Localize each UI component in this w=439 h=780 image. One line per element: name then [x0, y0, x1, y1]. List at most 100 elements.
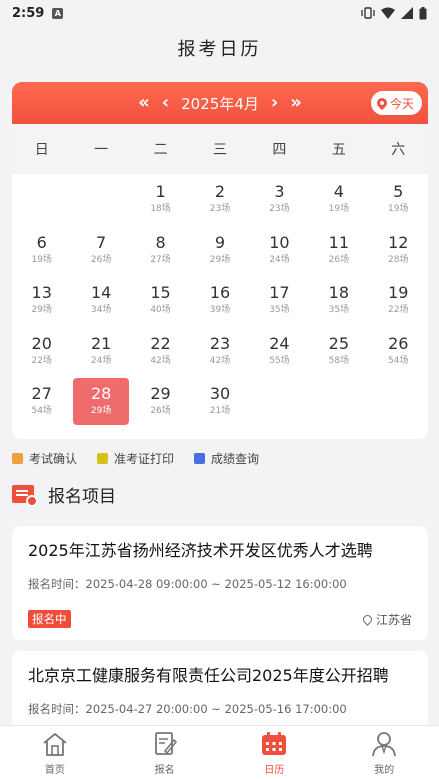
calendar-day[interactable]: 2 23场 [190, 174, 249, 225]
calendar-header: « ‹ 2025年4月 › » 今天 [12, 82, 428, 124]
day-number: 24 [269, 333, 290, 353]
day-number: 10 [269, 232, 290, 252]
calendar-day[interactable]: 5 19场 [369, 174, 428, 225]
day-number: 29 [150, 384, 171, 404]
exam-count: 29场 [209, 254, 231, 265]
calendar-day[interactable]: 24 55场 [250, 326, 309, 377]
exam-count: 58场 [328, 355, 350, 366]
tab-profile[interactable]: 我的 [329, 726, 439, 780]
legend-item: 准考证打印 [97, 450, 174, 467]
day-number: 19 [388, 283, 409, 303]
tab-label: 我的 [374, 764, 395, 776]
calendar-day[interactable]: 25 58场 [309, 326, 368, 377]
calendar-day[interactable]: 19 22场 [369, 275, 428, 326]
day-number: 21 [90, 333, 112, 353]
day-number: 16 [209, 283, 231, 303]
calendar-empty-cell [12, 174, 71, 225]
project-time: 报名时间：2025-04-28 09:00:00 ~ 2025-05-12 16… [28, 577, 347, 591]
calendar-day[interactable]: 17 35场 [250, 275, 309, 326]
calendar-day[interactable]: 16 39场 [190, 275, 249, 326]
calendar-day[interactable]: 15 40场 [131, 275, 190, 326]
status-badge: 报名中 [28, 610, 71, 628]
weekday-label: 四 [272, 142, 287, 158]
day-number: 25 [328, 333, 350, 353]
day-number: 5 [393, 182, 404, 202]
location-pin-icon [374, 95, 390, 111]
exam-count: 24场 [269, 254, 290, 265]
calendar-day[interactable]: 7 26场 [71, 225, 130, 276]
weekday-row: 日 一 二 三 四 五 六 [12, 124, 428, 174]
day-number: 20 [31, 333, 52, 353]
page-title: 报考日历 [0, 26, 439, 70]
day-number: 1 [155, 182, 166, 202]
location-label: 江苏省 [375, 612, 412, 627]
calendar-day[interactable]: 26 54场 [369, 326, 428, 377]
wifi-icon [381, 7, 395, 19]
day-number: 2 [214, 182, 226, 202]
exam-count: 35场 [269, 305, 290, 316]
exam-count: 19场 [328, 204, 350, 215]
exam-count: 42场 [209, 355, 231, 366]
legend-label: 考试确认 [29, 452, 78, 466]
calendar-day[interactable]: 3 23场 [250, 174, 309, 225]
calendar-day[interactable]: 8 27场 [131, 225, 190, 276]
bottom-tab-bar: 首页 报名 日历 我的 [0, 725, 439, 780]
tab-signup[interactable]: 报名 [110, 726, 220, 780]
calendar-day[interactable]: 22 42场 [131, 326, 190, 377]
calendar-day[interactable]: 23 42场 [190, 326, 249, 377]
section-header: 报名项目 [12, 482, 116, 507]
calendar-day[interactable]: 14 34场 [71, 275, 130, 326]
today-button[interactable]: 今天 [370, 91, 422, 115]
calendar-day[interactable]: 30 21场 [190, 376, 249, 427]
today-label: 今天 [389, 96, 414, 111]
calendar-day[interactable]: 27 54场 [12, 376, 71, 427]
calendar-day[interactable]: 13 29场 [12, 275, 71, 326]
exam-count: 22场 [31, 355, 52, 366]
project-title: 北京京工健康服务有限责任公司2025年度公开招聘 [28, 666, 389, 685]
calendar-day[interactable]: 29 26场 [131, 376, 190, 427]
prev-month-icon[interactable]: ‹ [162, 94, 169, 112]
calendar-day[interactable]: 28 29场 [71, 376, 130, 427]
project-card[interactable]: 2025年江苏省扬州经济技术开发区优秀人才选聘 报名时间：2025-04-28 … [12, 526, 428, 640]
legend: 考试确认 准考证打印 成绩查询 [12, 450, 259, 467]
calendar: « ‹ 2025年4月 › » 今天 日 一 二 三 四 五 六 1 18场 2 23… [12, 82, 428, 439]
exam-count: 34场 [90, 305, 112, 316]
next-year-icon[interactable]: » [290, 94, 302, 112]
battery-icon [419, 6, 427, 19]
day-number: 28 [90, 384, 112, 404]
exam-count: 18场 [150, 204, 171, 215]
location-pin-icon [361, 612, 374, 626]
month-navigator: « ‹ 2025年4月 › » [138, 93, 302, 114]
status-time: 2:59 [12, 5, 45, 21]
day-number: 12 [388, 232, 409, 252]
calendar-day[interactable]: 21 24场 [71, 326, 130, 377]
signup-icon [154, 731, 177, 755]
status-icons [361, 6, 427, 20]
calendar-day[interactable]: 1 18场 [131, 174, 190, 225]
calendar-day[interactable]: 9 29场 [190, 225, 249, 276]
exam-count: 22场 [388, 305, 409, 316]
weekday-label: 三 [212, 142, 227, 158]
calendar-day[interactable]: 11 26场 [309, 225, 368, 276]
calendar-day[interactable]: 6 19场 [12, 225, 71, 276]
exam-count: 23场 [209, 204, 231, 215]
calendar-day[interactable]: 12 28场 [369, 225, 428, 276]
project-footer: 报名中 江苏省 [28, 610, 412, 628]
calendar-day[interactable]: 4 19场 [309, 174, 368, 225]
tab-label: 报名 [154, 764, 175, 776]
calendar-day[interactable]: 18 35场 [309, 275, 368, 326]
calendar-day[interactable]: 10 24场 [250, 225, 309, 276]
tab-label: 首页 [44, 764, 65, 776]
project-title: 2025年江苏省扬州经济技术开发区优秀人才选聘 [28, 541, 373, 560]
day-number: 18 [328, 283, 350, 303]
legend-swatch [194, 453, 206, 464]
prev-year-icon[interactable]: « [138, 94, 150, 112]
day-number: 6 [36, 232, 47, 252]
tab-calendar[interactable]: 日历 [220, 726, 330, 780]
calendar-day[interactable]: 20 22场 [12, 326, 71, 377]
next-month-icon[interactable]: › [271, 94, 278, 112]
tab-home[interactable]: 首页 [0, 726, 110, 780]
day-number: 13 [31, 283, 52, 303]
day-number: 7 [96, 232, 107, 252]
weekday-label: 二 [153, 142, 168, 158]
